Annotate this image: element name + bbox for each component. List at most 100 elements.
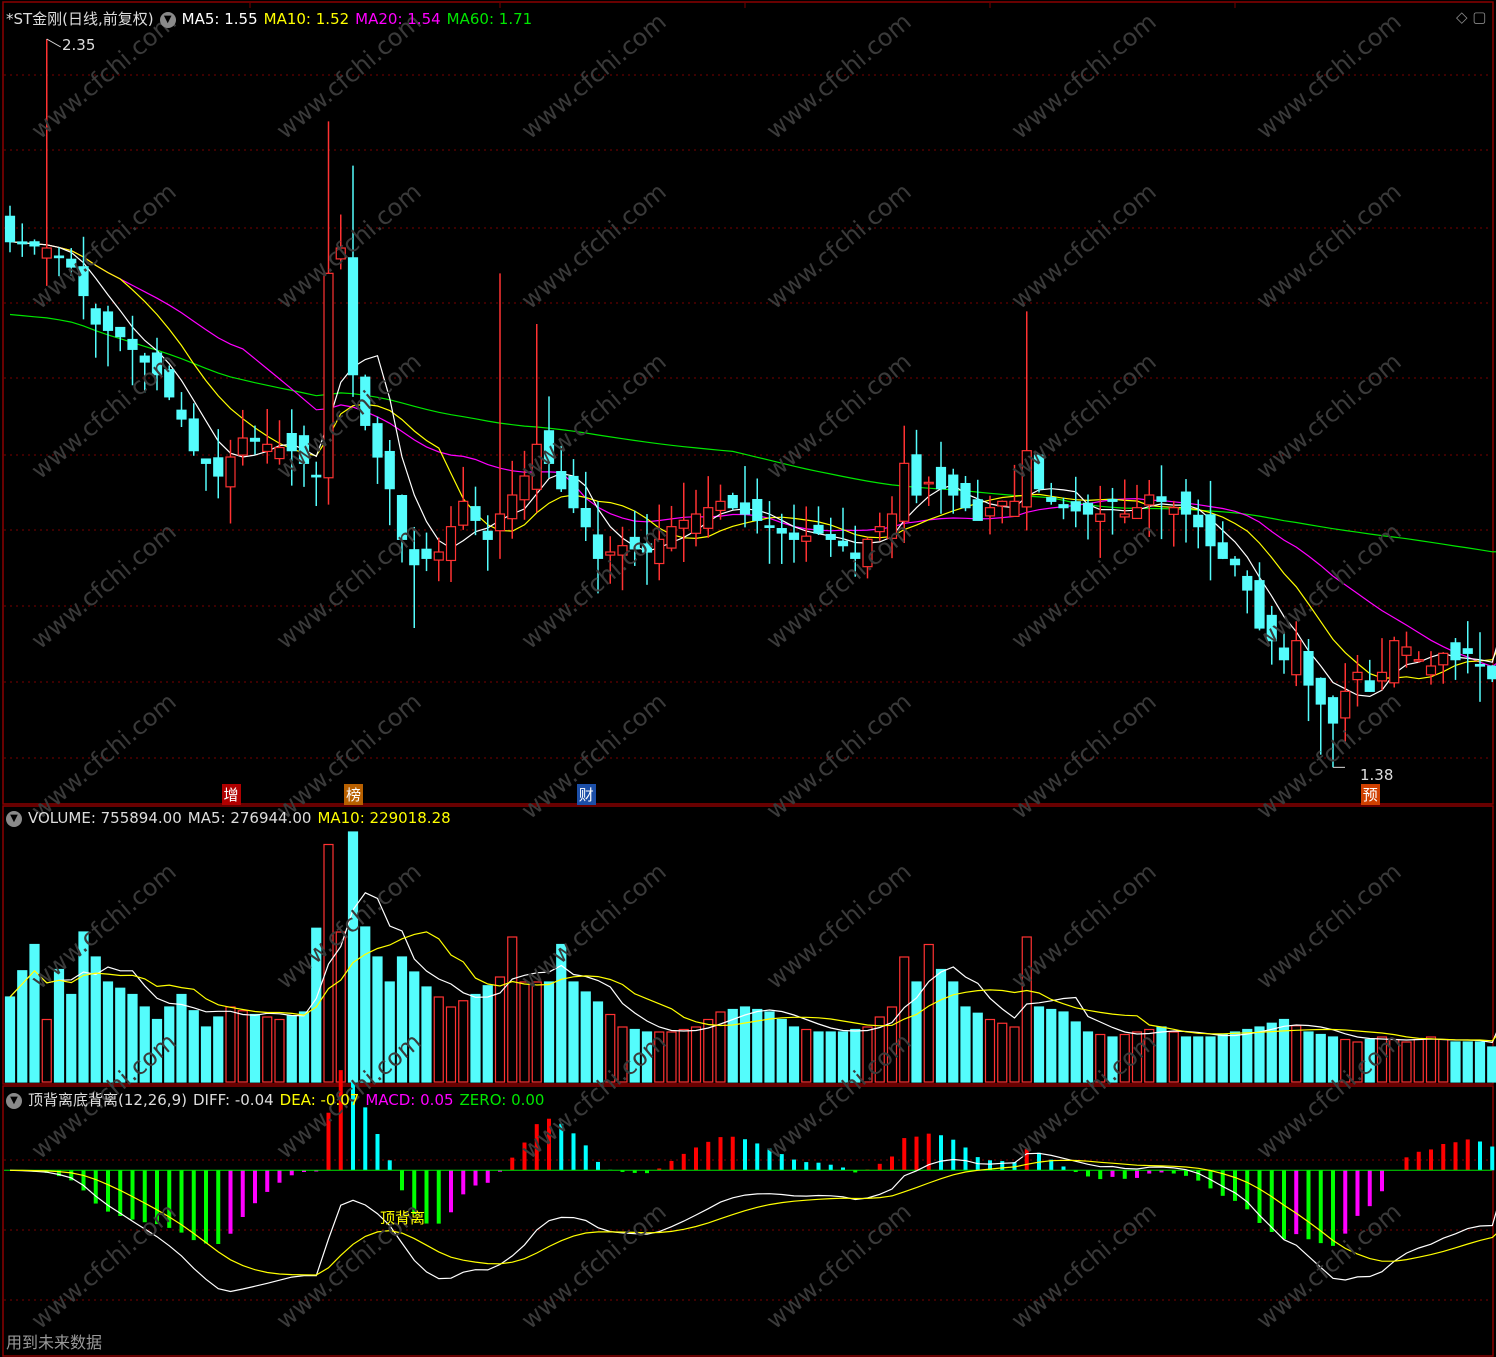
candle-body: [1254, 580, 1265, 629]
macd-name-label: 顶背离底背离(12,26,9): [28, 1091, 187, 1109]
volume-bar: [470, 993, 481, 1083]
price-header: *ST金刚(日线,前复权) ▼ MA5: 1.55 MA10: 1.52 MA20: 1…: [6, 8, 538, 29]
watermark-text: www.cfchi.com: [1251, 857, 1407, 994]
high-price-label: 2.35: [62, 36, 96, 54]
candle-body: [1119, 513, 1130, 518]
volume-bar: [580, 991, 591, 1083]
watermark-text: www.cfchi.com: [516, 7, 672, 144]
event-badge[interactable]: 预: [1360, 784, 1380, 805]
candle-body: [102, 311, 114, 331]
candle-body: [1180, 491, 1192, 515]
watermark-text: www.cfchi.com: [1006, 857, 1162, 994]
volume-bar: [249, 1013, 261, 1083]
volume-bar: [1303, 1031, 1314, 1083]
watermark-text: www.cfchi.com: [1251, 347, 1407, 484]
watermark-text: www.cfchi.com: [1006, 1197, 1162, 1334]
candle-body: [237, 437, 248, 456]
low-price-label: 1.38: [1360, 766, 1394, 784]
volume-bar: [1193, 1036, 1204, 1083]
watermark-text: www.cfchi.com: [271, 517, 427, 654]
diff-label: DIFF: -0.04: [192, 1091, 274, 1109]
candle-body: [200, 458, 212, 464]
macd-header: ▼ 顶背离底背离(12,26,9) DIFF: -0.04 DEA: -0.07 MAC…: [6, 1089, 550, 1110]
candle-body: [213, 457, 224, 477]
candle-body: [421, 548, 432, 559]
candle-body: [984, 507, 996, 517]
volume-bar: [1180, 1036, 1192, 1083]
watermark-text: www.cfchi.com: [26, 1197, 182, 1334]
volume-bar: [1009, 1026, 1020, 1083]
watermark-text: www.cfchi.com: [761, 1197, 917, 1334]
candle-body: [1364, 680, 1375, 692]
volume-bar: [801, 1028, 812, 1083]
candle-body: [445, 526, 457, 562]
candle-body: [911, 454, 922, 496]
candle-body: [1205, 514, 1216, 547]
candle-body: [1082, 502, 1094, 515]
volume-bar: [445, 1006, 457, 1083]
volume-bar: [1242, 1028, 1253, 1083]
collapse-arrow-icon[interactable]: ▼: [159, 11, 176, 28]
watermark-text: www.cfchi.com: [1251, 1197, 1407, 1334]
collapse-arrow-icon[interactable]: ▼: [6, 1092, 22, 1109]
vol-ma5-label: MA5: 276944.00: [187, 809, 312, 827]
candle-body: [1278, 647, 1290, 661]
candle-body: [1009, 500, 1020, 518]
candle-body: [690, 513, 702, 534]
watermark-text: www.cfchi.com: [26, 347, 182, 484]
volume-bar: [1278, 1018, 1290, 1083]
volume-bar: [984, 1018, 996, 1083]
volume-bar: [225, 1006, 236, 1083]
candle-body: [1046, 497, 1057, 502]
watermark-text: www.cfchi.com: [1251, 7, 1407, 144]
zero-label: ZERO: 0.00: [459, 1091, 545, 1109]
candle-body: [997, 500, 1008, 507]
candle-body: [17, 241, 28, 245]
collapse-arrow-icon[interactable]: ▼: [6, 810, 22, 827]
volume-bar: [813, 1031, 824, 1083]
volume-bar: [1474, 1041, 1486, 1083]
candle-body: [372, 423, 383, 458]
candle-body: [801, 535, 812, 542]
candle-body: [1438, 652, 1449, 666]
volume-bar: [972, 1012, 983, 1083]
candle-body: [960, 482, 971, 509]
candle-body: [813, 524, 824, 534]
volume-bar: [507, 936, 518, 1083]
candle-body: [1413, 659, 1424, 662]
volume-bar: [335, 931, 346, 1083]
candle-body: [935, 466, 947, 490]
candle-body: [1340, 690, 1351, 719]
volume-bar: [90, 956, 101, 1083]
candle-body: [1450, 642, 1461, 661]
candle-body: [249, 437, 261, 442]
candle-body: [837, 540, 849, 547]
event-badge[interactable]: 增: [221, 784, 241, 805]
diamond-icon[interactable]: ◇ ▢: [1456, 8, 1486, 26]
volume-bar: [666, 1031, 677, 1083]
candle-body: [494, 513, 506, 532]
volume-bar: [4, 996, 16, 1083]
volume-bar: [176, 993, 187, 1083]
event-badge[interactable]: 榜: [344, 784, 364, 805]
candle-body: [825, 533, 836, 540]
watermark-text: www.cfchi.com: [761, 177, 917, 314]
watermark-text: www.cfchi.com: [1006, 517, 1162, 654]
volume-bar: [1058, 1011, 1069, 1083]
volume-bar: [825, 1031, 836, 1083]
candle-body: [1376, 671, 1388, 682]
volume-bar: [102, 981, 114, 1083]
volume-bar: [960, 1006, 971, 1083]
volume-label: VOLUME: 755894.00: [28, 809, 182, 827]
candle-body: [1242, 575, 1253, 591]
candle-body: [568, 475, 579, 509]
high-marker-line: [46, 38, 61, 48]
candle-body: [1462, 648, 1473, 654]
volume-bar: [421, 986, 432, 1083]
event-badge[interactable]: 财: [576, 784, 596, 805]
candle-body: [1487, 665, 1496, 680]
volume-header: ▼ VOLUME: 755894.00 MA5: 276944.00 MA10: 22…: [6, 809, 457, 827]
watermark-text: www.cfchi.com: [761, 347, 917, 484]
candle-body: [311, 474, 322, 478]
volume-bar: [53, 968, 65, 1083]
